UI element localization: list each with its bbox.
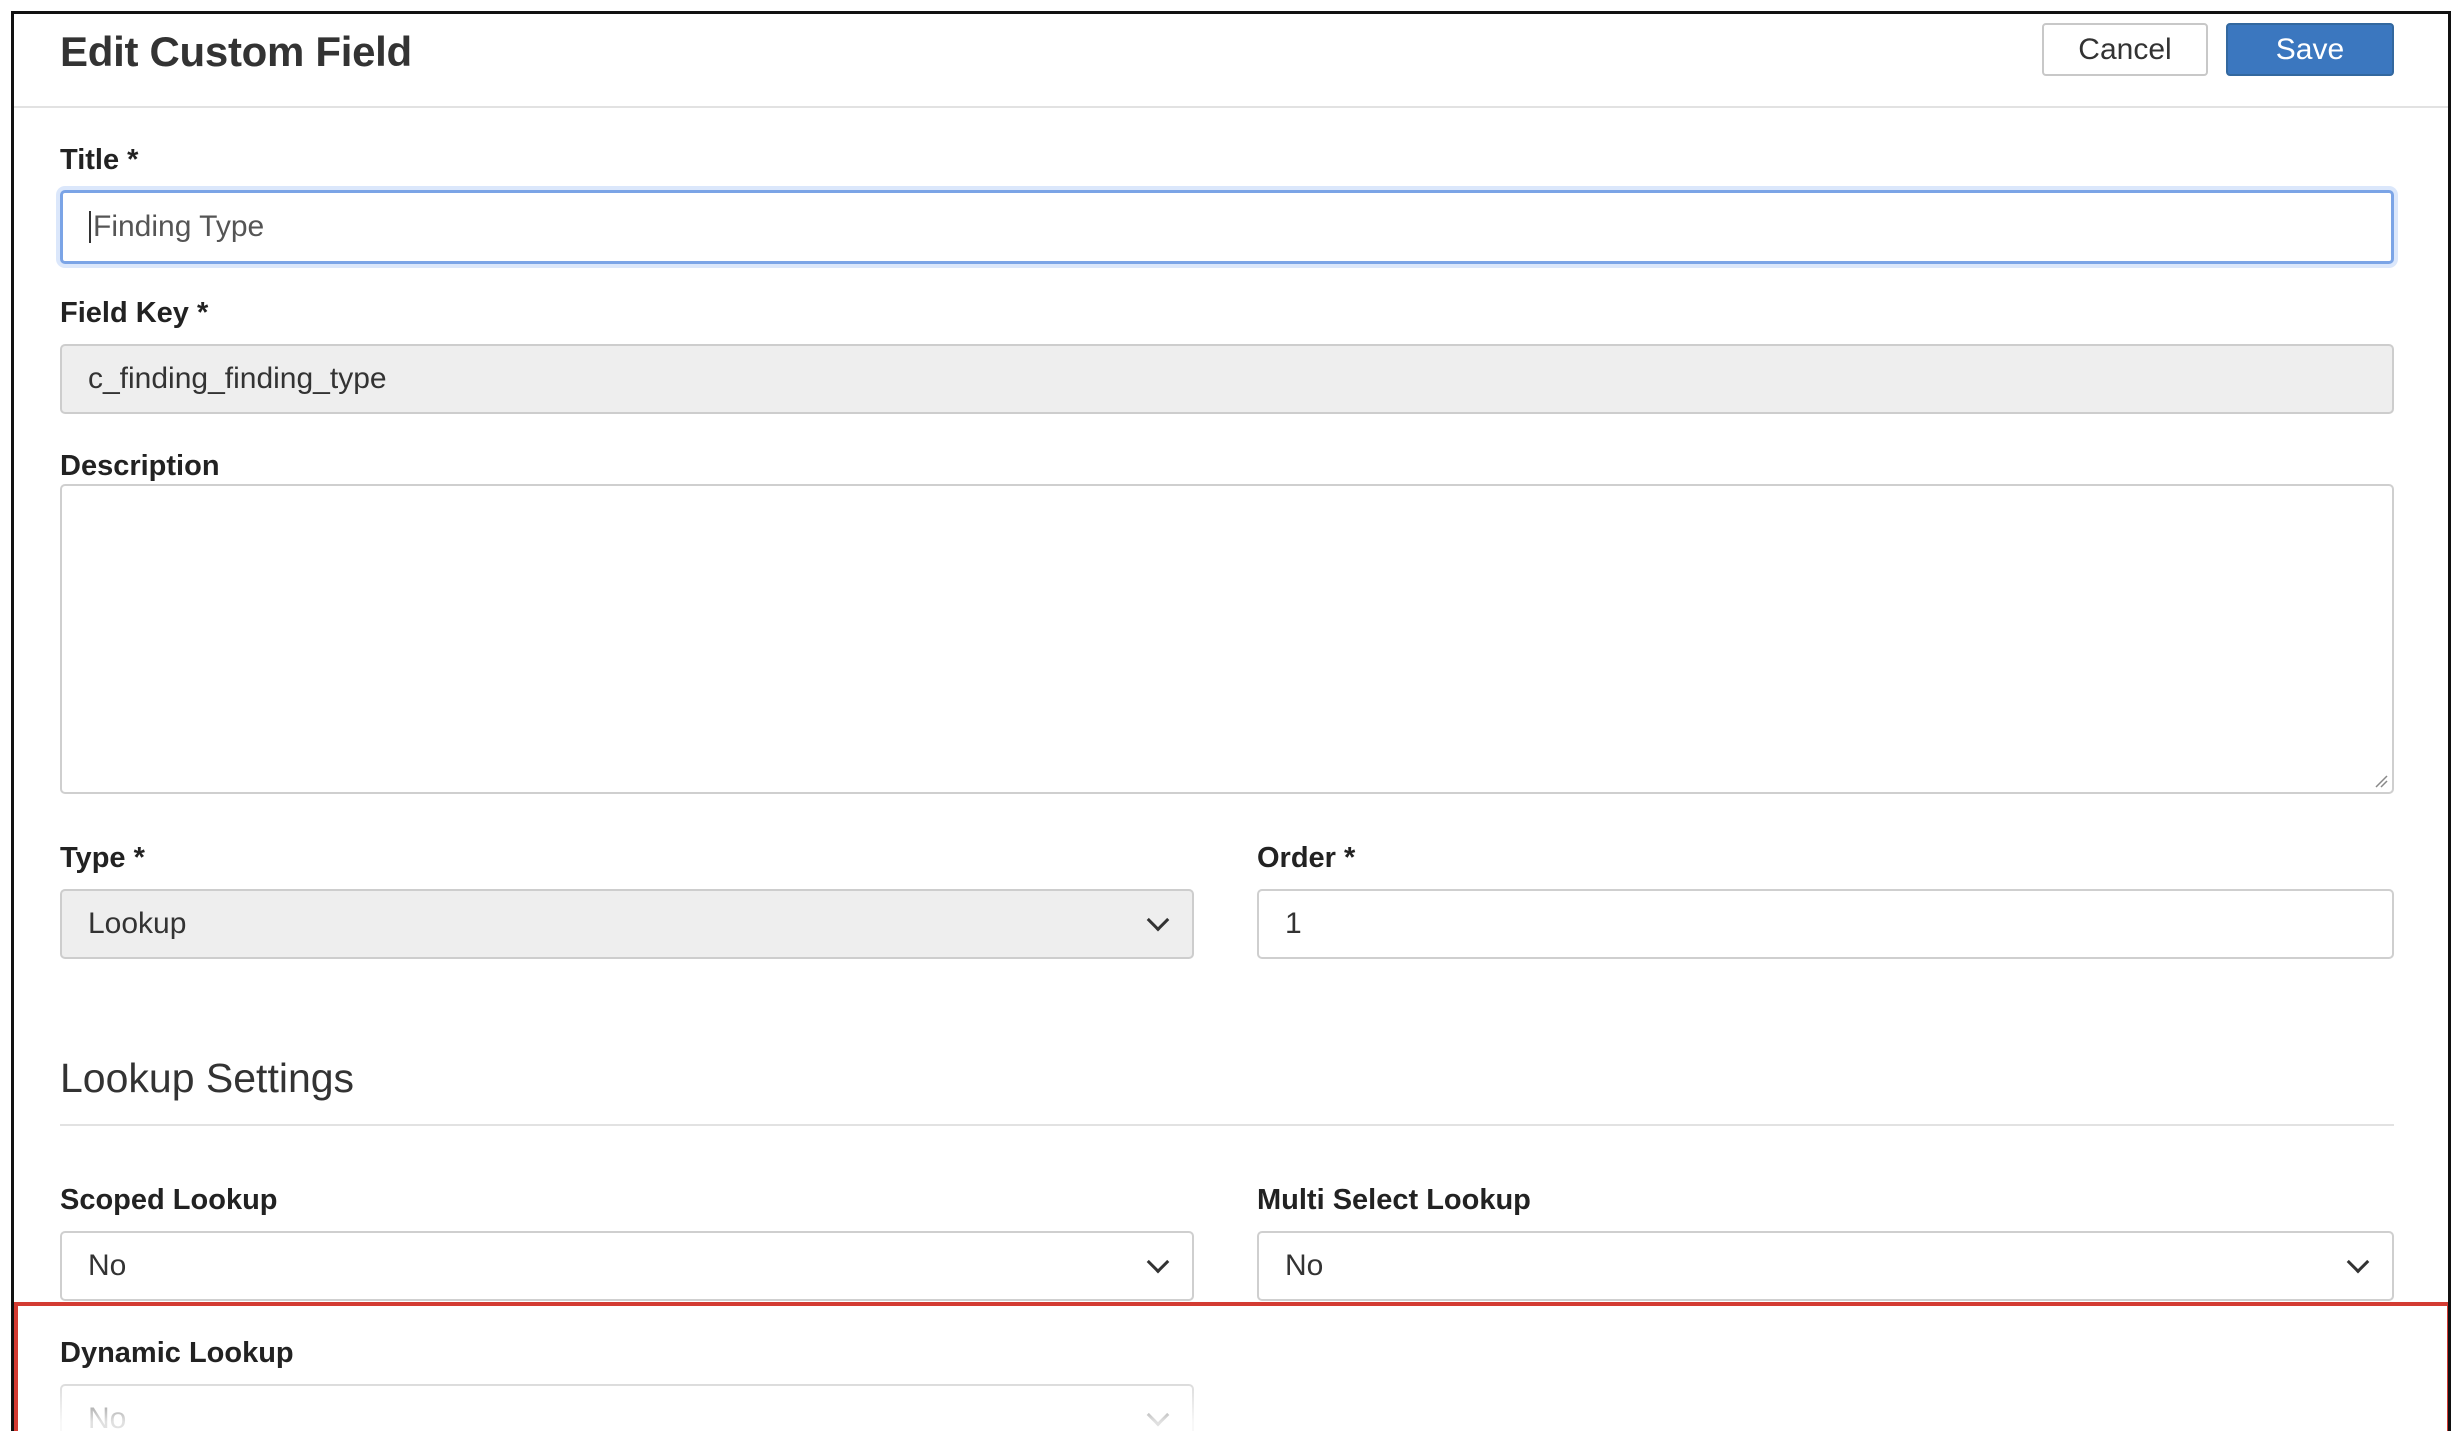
field-key-value: c_finding_finding_type (88, 362, 387, 395)
multi-select-lookup-label: Multi Select Lookup (1257, 1184, 1531, 1216)
scoped-lookup-select[interactable]: No (60, 1231, 1194, 1301)
multi-select-lookup-select[interactable]: No (1257, 1231, 2394, 1301)
scoped-lookup-label: Scoped Lookup (60, 1184, 278, 1216)
type-label: Type * (60, 842, 145, 874)
description-textarea[interactable] (60, 484, 2394, 794)
field-key-input: c_finding_finding_type (60, 344, 2394, 414)
title-label: Title * (60, 144, 139, 176)
lookup-settings-heading: Lookup Settings (60, 1055, 355, 1101)
scoped-lookup-value: No (88, 1249, 127, 1282)
edit-custom-field-panel: Edit Custom Field Cancel Save Title * Fi… (11, 11, 2451, 1431)
type-select-value: Lookup (88, 907, 187, 940)
field-key-label: Field Key * (60, 297, 209, 329)
chevron-down-icon (1146, 1403, 1170, 1427)
dynamic-lookup-label: Dynamic Lookup (60, 1337, 294, 1369)
chevron-down-icon (2346, 1250, 2370, 1274)
chevron-down-icon (1146, 908, 1170, 932)
order-input-value: 1 (1285, 907, 1302, 940)
page-title: Edit Custom Field (60, 28, 412, 75)
order-input[interactable]: 1 (1257, 889, 2394, 959)
section-divider (60, 1124, 2394, 1126)
type-select[interactable]: Lookup (60, 889, 1194, 959)
save-button[interactable]: Save (2226, 23, 2394, 76)
chevron-down-icon (1146, 1250, 1170, 1274)
dynamic-lookup-value: No (88, 1402, 127, 1431)
order-label: Order * (1257, 842, 1356, 874)
description-label: Description (60, 450, 220, 482)
title-input-value: Finding Type (93, 210, 265, 243)
text-caret (89, 211, 91, 243)
resize-grip-icon[interactable] (2374, 774, 2388, 788)
dynamic-lookup-select[interactable]: No (60, 1384, 1194, 1431)
multi-select-lookup-value: No (1285, 1249, 1324, 1282)
title-input[interactable]: Finding Type (60, 190, 2394, 264)
panel-header: Edit Custom Field Cancel Save (14, 14, 2448, 108)
cancel-button[interactable]: Cancel (2042, 23, 2208, 76)
